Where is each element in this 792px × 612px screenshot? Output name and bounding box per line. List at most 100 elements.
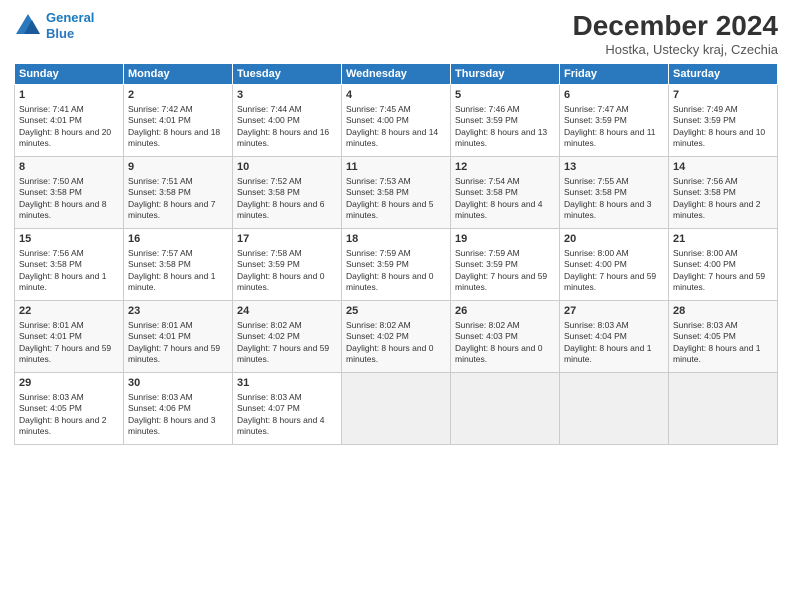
sunset-text: Sunset: 4:01 PM <box>19 115 119 126</box>
sunrise-text: Sunrise: 8:02 AM <box>346 320 446 331</box>
day-number: 19 <box>455 232 555 247</box>
sunrise-text: Sunrise: 8:00 AM <box>673 248 773 259</box>
location: Hostka, Ustecky kraj, Czechia <box>573 42 778 57</box>
sunset-text: Sunset: 3:58 PM <box>564 187 664 198</box>
col-sunday: Sunday <box>15 64 124 85</box>
logo-line2: Blue <box>46 26 74 41</box>
sunrise-text: Sunrise: 8:01 AM <box>19 320 119 331</box>
daylight-text: Daylight: 8 hours and 1 minute. <box>673 343 773 366</box>
table-row <box>560 373 669 445</box>
day-number: 18 <box>346 232 446 247</box>
daylight-text: Daylight: 8 hours and 1 minute. <box>564 343 664 366</box>
sunset-text: Sunset: 4:05 PM <box>19 403 119 414</box>
sunset-text: Sunset: 4:00 PM <box>673 259 773 270</box>
daylight-text: Daylight: 7 hours and 59 minutes. <box>19 343 119 366</box>
daylight-text: Daylight: 8 hours and 6 minutes. <box>237 199 337 222</box>
sunrise-text: Sunrise: 7:50 AM <box>19 176 119 187</box>
sunrise-text: Sunrise: 7:42 AM <box>128 104 228 115</box>
day-number: 8 <box>19 160 119 175</box>
page-container: General Blue December 2024 Hostka, Ustec… <box>0 0 792 451</box>
day-number: 11 <box>346 160 446 175</box>
sunrise-text: Sunrise: 8:03 AM <box>19 392 119 403</box>
daylight-text: Daylight: 7 hours and 59 minutes. <box>455 271 555 294</box>
sunrise-text: Sunrise: 8:03 AM <box>237 392 337 403</box>
day-number: 16 <box>128 232 228 247</box>
table-row: 26Sunrise: 8:02 AMSunset: 4:03 PMDayligh… <box>451 301 560 373</box>
daylight-text: Daylight: 8 hours and 0 minutes. <box>237 271 337 294</box>
day-number: 10 <box>237 160 337 175</box>
sunrise-text: Sunrise: 7:44 AM <box>237 104 337 115</box>
col-tuesday: Tuesday <box>233 64 342 85</box>
sunset-text: Sunset: 4:07 PM <box>237 403 337 414</box>
sunset-text: Sunset: 4:02 PM <box>237 331 337 342</box>
sunrise-text: Sunrise: 8:03 AM <box>673 320 773 331</box>
sunset-text: Sunset: 3:59 PM <box>237 259 337 270</box>
logo-text: General Blue <box>46 10 94 41</box>
daylight-text: Daylight: 7 hours and 59 minutes. <box>237 343 337 366</box>
sunrise-text: Sunrise: 7:52 AM <box>237 176 337 187</box>
table-row: 23Sunrise: 8:01 AMSunset: 4:01 PMDayligh… <box>124 301 233 373</box>
table-row: 18Sunrise: 7:59 AMSunset: 3:59 PMDayligh… <box>342 229 451 301</box>
sunrise-text: Sunrise: 7:56 AM <box>19 248 119 259</box>
sunrise-text: Sunrise: 8:00 AM <box>564 248 664 259</box>
sunset-text: Sunset: 3:58 PM <box>19 259 119 270</box>
calendar-week-row: 29Sunrise: 8:03 AMSunset: 4:05 PMDayligh… <box>15 373 778 445</box>
table-row: 29Sunrise: 8:03 AMSunset: 4:05 PMDayligh… <box>15 373 124 445</box>
table-row: 4Sunrise: 7:45 AMSunset: 4:00 PMDaylight… <box>342 85 451 157</box>
sunrise-text: Sunrise: 8:03 AM <box>564 320 664 331</box>
table-row: 24Sunrise: 8:02 AMSunset: 4:02 PMDayligh… <box>233 301 342 373</box>
sunrise-text: Sunrise: 7:55 AM <box>564 176 664 187</box>
calendar-week-row: 1Sunrise: 7:41 AMSunset: 4:01 PMDaylight… <box>15 85 778 157</box>
daylight-text: Daylight: 8 hours and 1 minute. <box>128 271 228 294</box>
sunset-text: Sunset: 3:59 PM <box>564 115 664 126</box>
daylight-text: Daylight: 7 hours and 59 minutes. <box>673 271 773 294</box>
day-number: 2 <box>128 88 228 103</box>
table-row: 12Sunrise: 7:54 AMSunset: 3:58 PMDayligh… <box>451 157 560 229</box>
day-number: 20 <box>564 232 664 247</box>
day-number: 26 <box>455 304 555 319</box>
day-number: 5 <box>455 88 555 103</box>
day-number: 13 <box>564 160 664 175</box>
sunrise-text: Sunrise: 7:59 AM <box>346 248 446 259</box>
sunset-text: Sunset: 4:00 PM <box>346 115 446 126</box>
day-number: 28 <box>673 304 773 319</box>
table-row: 13Sunrise: 7:55 AMSunset: 3:58 PMDayligh… <box>560 157 669 229</box>
daylight-text: Daylight: 8 hours and 14 minutes. <box>346 127 446 150</box>
month-title: December 2024 <box>573 10 778 42</box>
table-row: 8Sunrise: 7:50 AMSunset: 3:58 PMDaylight… <box>15 157 124 229</box>
table-row <box>669 373 778 445</box>
table-row: 17Sunrise: 7:58 AMSunset: 3:59 PMDayligh… <box>233 229 342 301</box>
sunset-text: Sunset: 4:01 PM <box>128 331 228 342</box>
weekday-header-row: Sunday Monday Tuesday Wednesday Thursday… <box>15 64 778 85</box>
daylight-text: Daylight: 8 hours and 2 minutes. <box>673 199 773 222</box>
table-row: 15Sunrise: 7:56 AMSunset: 3:58 PMDayligh… <box>15 229 124 301</box>
calendar-body: 1Sunrise: 7:41 AMSunset: 4:01 PMDaylight… <box>15 85 778 445</box>
daylight-text: Daylight: 8 hours and 0 minutes. <box>346 271 446 294</box>
sunset-text: Sunset: 3:58 PM <box>128 259 228 270</box>
calendar-week-row: 8Sunrise: 7:50 AM Sunset: 3:58 PM Daylight… <box>15 157 778 229</box>
sunrise-text: Sunrise: 7:49 AM <box>673 104 773 115</box>
sunrise-text: Sunrise: 8:02 AM <box>455 320 555 331</box>
daylight-text: Daylight: 8 hours and 20 minutes. <box>19 127 119 150</box>
sunrise-text: Sunrise: 8:03 AM <box>128 392 228 403</box>
day-number: 21 <box>673 232 773 247</box>
table-row: 1Sunrise: 7:41 AMSunset: 4:01 PMDaylight… <box>15 85 124 157</box>
daylight-text: Daylight: 8 hours and 2 minutes. <box>19 415 119 438</box>
sunset-text: Sunset: 4:03 PM <box>455 331 555 342</box>
logo-line1: General <box>46 10 94 25</box>
sunset-text: Sunset: 3:59 PM <box>673 115 773 126</box>
table-row: 22Sunrise: 8:01 AMSunset: 4:01 PMDayligh… <box>15 301 124 373</box>
daylight-text: Daylight: 8 hours and 4 minutes. <box>237 415 337 438</box>
table-row: 3Sunrise: 7:44 AMSunset: 4:00 PMDaylight… <box>233 85 342 157</box>
table-row: 30Sunrise: 8:03 AMSunset: 4:06 PMDayligh… <box>124 373 233 445</box>
sunset-text: Sunset: 3:59 PM <box>455 115 555 126</box>
daylight-text: Daylight: 8 hours and 16 minutes. <box>237 127 337 150</box>
table-row <box>342 373 451 445</box>
day-number: 30 <box>128 376 228 391</box>
table-row: 21Sunrise: 8:00 AMSunset: 4:00 PMDayligh… <box>669 229 778 301</box>
table-row: 28Sunrise: 8:03 AMSunset: 4:05 PMDayligh… <box>669 301 778 373</box>
logo-icon <box>14 12 42 40</box>
sunrise-text: Sunrise: 7:58 AM <box>237 248 337 259</box>
daylight-text: Daylight: 8 hours and 3 minutes. <box>128 415 228 438</box>
table-row: 14Sunrise: 7:56 AMSunset: 3:58 PMDayligh… <box>669 157 778 229</box>
